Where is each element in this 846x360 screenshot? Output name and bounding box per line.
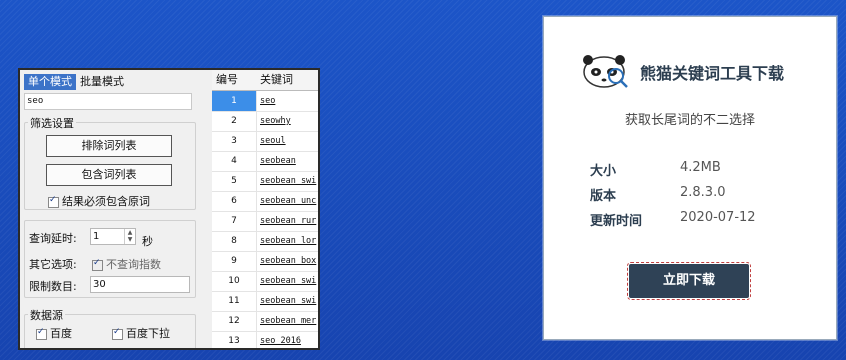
- version-value: 2.8.3.0: [680, 185, 726, 200]
- spinner-arrows-icon[interactable]: ▲ ▼: [124, 229, 135, 244]
- checkbox-icon[interactable]: [36, 327, 47, 340]
- card-title: 熊猫关键词工具下载: [640, 64, 785, 83]
- row-number: 8: [212, 231, 257, 251]
- table-row[interactable]: 1 seo: [212, 91, 318, 112]
- row-keyword[interactable]: seobean swi: [260, 171, 316, 191]
- card-tagline: 获取长尾词的不二选择: [624, 113, 755, 128]
- row-number: 3: [212, 131, 257, 151]
- row-number: 7: [212, 211, 257, 231]
- app-screenshot: 单个模式 批量模式 seo 筛选设置 排除词列表 包含词列表 结果必须包含原词 …: [18, 68, 320, 350]
- delay-label: 查询延时:: [29, 232, 77, 245]
- version-label: 版本: [590, 189, 617, 204]
- delay-spinner[interactable]: 1 ▲ ▼: [90, 228, 136, 245]
- table-row[interactable]: 9 seobean box: [212, 251, 318, 272]
- row-keyword[interactable]: seobean: [260, 151, 296, 171]
- keyword-table: 编号 关键词 1 seo 2 seowhy 3 seoul 4 seobean 5 seobean…: [212, 70, 318, 348]
- table-row[interactable]: 2 seowhy: [212, 111, 318, 132]
- source-baidu-label: 百度: [50, 327, 72, 340]
- table-row[interactable]: 6 seobean unc: [212, 191, 318, 212]
- must-contain-label: 结果必须包含原词: [62, 195, 150, 208]
- size-label: 大小: [590, 164, 617, 179]
- include-words-button[interactable]: 包含词列表: [46, 164, 172, 186]
- panda-icon: [583, 55, 628, 88]
- limit-input[interactable]: 30: [90, 276, 190, 293]
- download-card: 熊猫关键词工具下载 获取长尾词的不二选择 大小 4.2MB 版本 2.8.3.0…: [543, 16, 837, 340]
- column-header-keyword[interactable]: 关键词: [260, 70, 293, 90]
- source-baidu-dropdown-row[interactable]: 百度下拉: [112, 325, 170, 341]
- row-keyword[interactable]: seobean swi: [260, 291, 316, 311]
- source-group-title: 数据源: [28, 307, 65, 323]
- keyword-input[interactable]: seo: [24, 93, 192, 110]
- table-row[interactable]: 13 seo 2016: [212, 331, 318, 348]
- table-header: 编号 关键词: [212, 70, 318, 91]
- table-row[interactable]: 12 seobean mer: [212, 311, 318, 332]
- filter-group-title: 筛选设置: [28, 115, 76, 131]
- row-keyword[interactable]: seo: [260, 91, 275, 111]
- updated-value: 2020-07-12: [680, 210, 756, 225]
- row-keyword[interactable]: seobean rur: [260, 211, 316, 231]
- delay-unit: 秒: [142, 235, 153, 248]
- limit-label: 限制数目:: [29, 280, 77, 293]
- row-keyword[interactable]: seo 2016: [260, 331, 301, 348]
- row-number: 13: [212, 331, 257, 348]
- row-number: 10: [212, 271, 257, 291]
- no-index-label: 不查询指数: [106, 258, 161, 271]
- table-row[interactable]: 8 seobean lor: [212, 231, 318, 252]
- table-row[interactable]: 5 seobean swi: [212, 171, 318, 192]
- row-number: 1: [212, 91, 257, 111]
- row-number: 12: [212, 311, 257, 331]
- other-options-label: 其它选项:: [29, 258, 77, 271]
- tab-batch-mode[interactable]: 批量模式: [76, 74, 128, 90]
- source-baidu-row[interactable]: 百度: [36, 325, 72, 341]
- row-number: 2: [212, 111, 257, 131]
- checkbox-icon[interactable]: [112, 327, 123, 340]
- row-keyword[interactable]: seobean mer: [260, 311, 316, 331]
- updated-label: 更新时间: [590, 214, 643, 229]
- row-keyword[interactable]: seobean box: [260, 251, 316, 271]
- row-keyword[interactable]: seowhy: [260, 111, 291, 131]
- row-number: 5: [212, 171, 257, 191]
- download-button[interactable]: 立即下载: [627, 262, 751, 300]
- table-row[interactable]: 11 seobean swi: [212, 291, 318, 312]
- row-number: 6: [212, 191, 257, 211]
- row-number: 9: [212, 251, 257, 271]
- exclude-words-button[interactable]: 排除词列表: [46, 135, 172, 157]
- no-index-checkbox-row[interactable]: 不查询指数: [92, 256, 161, 272]
- must-contain-checkbox-row[interactable]: 结果必须包含原词: [48, 193, 150, 209]
- table-row[interactable]: 4 seobean: [212, 151, 318, 172]
- row-keyword[interactable]: seobean lor: [260, 231, 316, 251]
- column-header-number[interactable]: 编号: [216, 70, 238, 90]
- mode-tabs: 单个模式 批量模式: [24, 74, 128, 90]
- checkbox-icon[interactable]: [48, 195, 59, 208]
- row-number: 11: [212, 291, 257, 311]
- size-value: 4.2MB: [680, 160, 721, 175]
- row-keyword[interactable]: seobean swi: [260, 271, 316, 291]
- tab-single-mode[interactable]: 单个模式: [24, 74, 76, 90]
- row-keyword[interactable]: seoul: [260, 131, 286, 151]
- table-row[interactable]: 3 seoul: [212, 131, 318, 152]
- checkbox-icon[interactable]: [92, 258, 103, 271]
- row-keyword[interactable]: seobean unc: [260, 191, 316, 211]
- table-row[interactable]: 10 seobean swi: [212, 271, 318, 292]
- row-number: 4: [212, 151, 257, 171]
- settings-panel: 单个模式 批量模式 seo 筛选设置 排除词列表 包含词列表 结果必须包含原词 …: [20, 70, 212, 348]
- table-row[interactable]: 7 seobean rur: [212, 211, 318, 232]
- delay-value: 1: [93, 231, 100, 242]
- source-baidu-dropdown-label: 百度下拉: [126, 327, 170, 340]
